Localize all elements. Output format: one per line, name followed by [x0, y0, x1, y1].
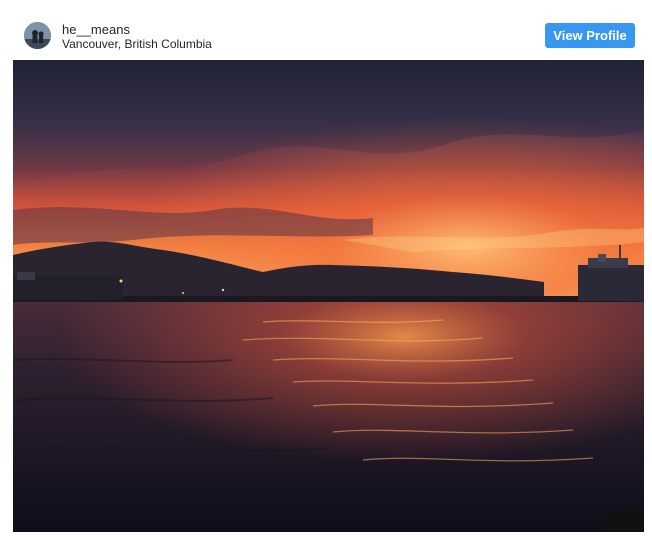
location[interactable]: Vancouver, British Columbia [62, 37, 212, 51]
username[interactable]: he__means [62, 22, 130, 37]
view-profile-button[interactable]: View Profile [545, 23, 635, 48]
avatar[interactable] [24, 22, 51, 49]
instagram-embed-card: he__means Vancouver, British Columbia Vi… [0, 0, 652, 537]
post-header: he__means Vancouver, British Columbia Vi… [0, 0, 652, 60]
post-photo[interactable] [13, 60, 644, 532]
